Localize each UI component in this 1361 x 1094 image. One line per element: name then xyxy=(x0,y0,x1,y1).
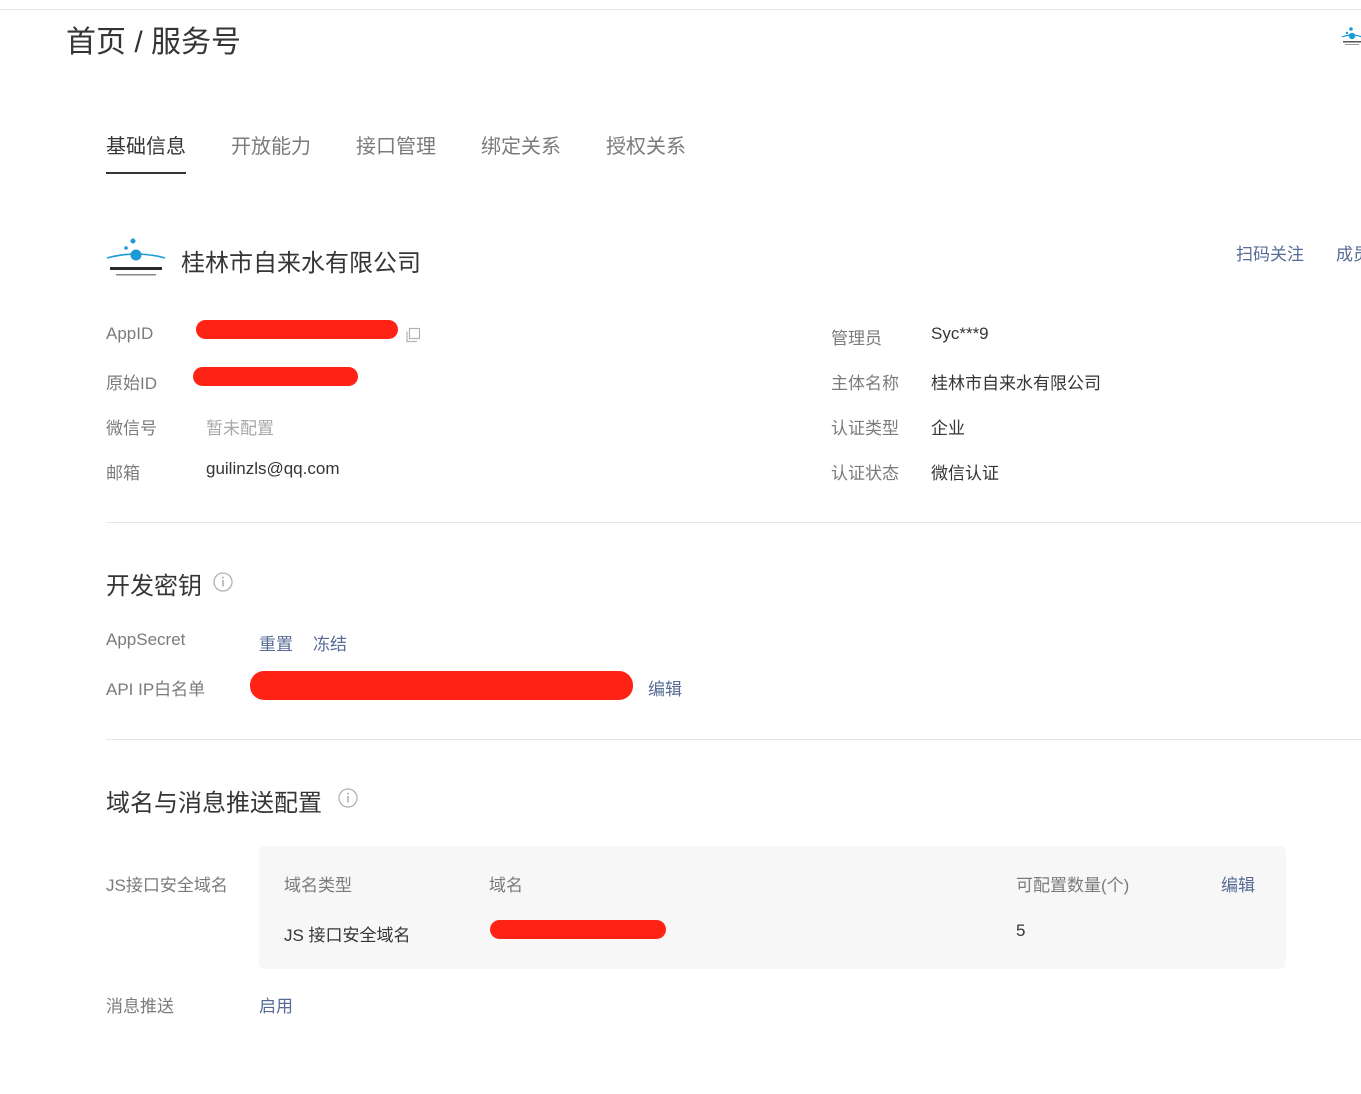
account-name: 桂林市自来水有限公司 xyxy=(181,250,421,277)
appid-label: AppID xyxy=(106,324,154,343)
verify-status-value: 微信认证 xyxy=(931,464,999,483)
appsecret-label: AppSecret xyxy=(106,630,186,649)
breadcrumb: 首页 / 服务号 xyxy=(66,17,241,61)
domain-redaction xyxy=(490,920,666,939)
wechat-id-label: 微信号 xyxy=(106,419,157,438)
original-id-label: 原始ID xyxy=(106,374,157,393)
tab-bar: 基础信息 开放能力 接口管理 绑定关系 授权关系 xyxy=(106,130,731,174)
ip-whitelist-edit-link[interactable]: 编辑 xyxy=(648,675,682,700)
verify-type-value: 企业 xyxy=(931,419,965,438)
appid-redaction xyxy=(196,320,398,339)
column-header-domain: 域名 xyxy=(489,876,523,895)
account-avatar-icon[interactable] xyxy=(1340,24,1361,48)
admin-value: Syc***9 xyxy=(931,324,989,343)
water-company-logo-icon xyxy=(106,236,166,280)
domain-count-cell: 5 xyxy=(1016,921,1026,940)
ip-whitelist-redaction xyxy=(250,671,633,700)
api-ip-whitelist-label: API IP白名单 xyxy=(106,680,206,699)
breadcrumb-current: 服务号 xyxy=(151,26,242,59)
appsecret-freeze-link[interactable]: 冻结 xyxy=(313,630,347,655)
tab-binding[interactable]: 绑定关系 xyxy=(481,130,561,172)
appsecret-reset-link[interactable]: 重置 xyxy=(259,630,293,655)
email-label: 邮箱 xyxy=(106,464,140,483)
breadcrumb-home[interactable]: 首页 xyxy=(66,26,126,59)
verify-status-label: 认证状态 xyxy=(831,464,899,483)
message-push-enable-link[interactable]: 启用 xyxy=(259,992,293,1017)
dev-key-title: 开发密钥 xyxy=(106,573,202,600)
original-id-redaction xyxy=(193,367,358,386)
section-divider xyxy=(106,739,1361,740)
column-header-count: 可配置数量(个) xyxy=(1016,876,1130,895)
info-icon[interactable] xyxy=(213,572,233,592)
tab-authorization[interactable]: 授权关系 xyxy=(606,130,686,172)
entity-name-value: 桂林市自来水有限公司 xyxy=(931,374,1101,393)
copy-icon[interactable] xyxy=(405,327,421,343)
breadcrumb-separator: / xyxy=(134,26,143,59)
info-icon[interactable] xyxy=(338,788,358,808)
verify-type-label: 认证类型 xyxy=(831,419,899,438)
tab-basic-info[interactable]: 基础信息 xyxy=(106,130,186,174)
domain-edit-link[interactable]: 编辑 xyxy=(1221,871,1255,896)
section-divider xyxy=(106,522,1361,523)
tab-open-capability[interactable]: 开放能力 xyxy=(231,130,311,172)
column-header-domain-type: 域名类型 xyxy=(284,876,352,895)
top-border xyxy=(0,9,1361,10)
email-value: guilinzls@qq.com xyxy=(206,459,340,478)
admin-label: 管理员 xyxy=(831,329,882,348)
wechat-id-value: 暂未配置 xyxy=(206,419,274,438)
message-push-label: 消息推送 xyxy=(106,997,174,1016)
domain-type-cell: JS 接口安全域名 xyxy=(284,926,411,945)
entity-name-label: 主体名称 xyxy=(831,374,899,393)
tab-api-management[interactable]: 接口管理 xyxy=(356,130,436,172)
js-domain-label: JS接口安全域名 xyxy=(106,876,228,895)
domain-table: 域名类型 域名 可配置数量(个) 编辑 JS 接口安全域名 5 xyxy=(259,846,1286,969)
member-link[interactable]: 成员 xyxy=(1336,240,1361,265)
domain-config-title: 域名与消息推送配置 xyxy=(106,790,322,817)
scan-follow-link[interactable]: 扫码关注 xyxy=(1236,240,1304,265)
